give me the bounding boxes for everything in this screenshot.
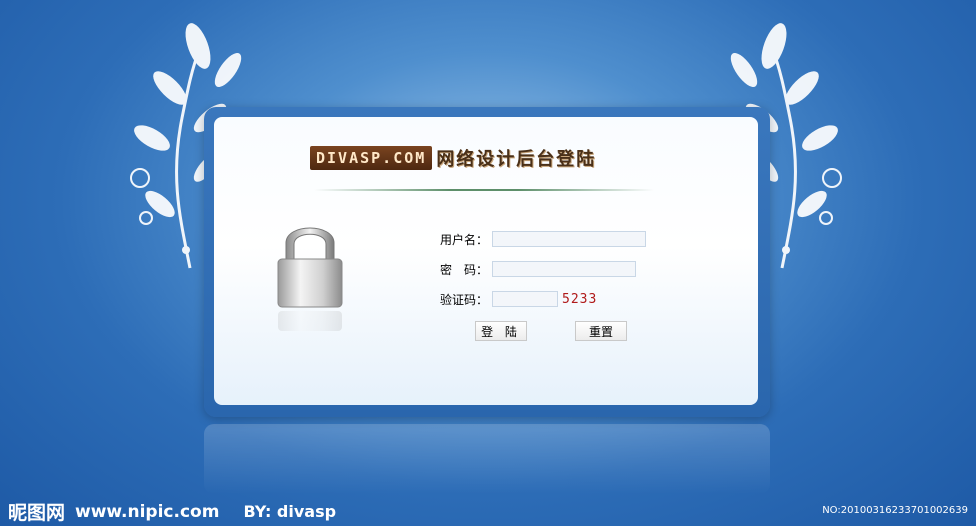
title-text: 网络设计后台登陆 <box>436 149 597 170</box>
login-panel: DIVASP.COM 网络设计后台登陆 用户名： 密 码： 验证码： 5233 … <box>214 117 758 405</box>
captcha-row: 验证码： 5233 <box>440 289 597 309</box>
watermark-url: www.nipic.com <box>75 501 220 522</box>
padlock-icon <box>277 227 343 331</box>
login-panel-frame: DIVASP.COM 网络设计后台登陆 用户名： 密 码： 验证码： 5233 … <box>204 107 770 417</box>
image-number: NO:20100316233701002639 <box>822 505 968 516</box>
username-row: 用户名： <box>440 229 646 249</box>
captcha-label: 验证码： <box>440 292 489 307</box>
password-row: 密 码： <box>440 259 636 279</box>
captcha-input[interactable] <box>492 291 558 307</box>
password-input[interactable] <box>492 261 636 277</box>
brand-logo: DIVASP.COM <box>310 146 433 170</box>
title-divider <box>314 189 654 191</box>
reset-button[interactable]: 重置 <box>575 321 627 341</box>
watermark-site-name: 昵图网 <box>8 502 66 524</box>
login-button[interactable]: 登 陆 <box>475 321 527 341</box>
watermark-author: BY: divasp <box>243 502 337 521</box>
username-input[interactable] <box>492 231 646 247</box>
password-label: 密 码： <box>440 262 489 277</box>
panel-reflection <box>204 424 770 494</box>
watermark: 昵图网 www.nipic.com BY: divasp <box>8 498 336 525</box>
page-title: DIVASP.COM 网络设计后台登陆 <box>310 143 596 173</box>
username-label: 用户名： <box>440 232 489 247</box>
captcha-code: 5233 <box>562 291 598 307</box>
